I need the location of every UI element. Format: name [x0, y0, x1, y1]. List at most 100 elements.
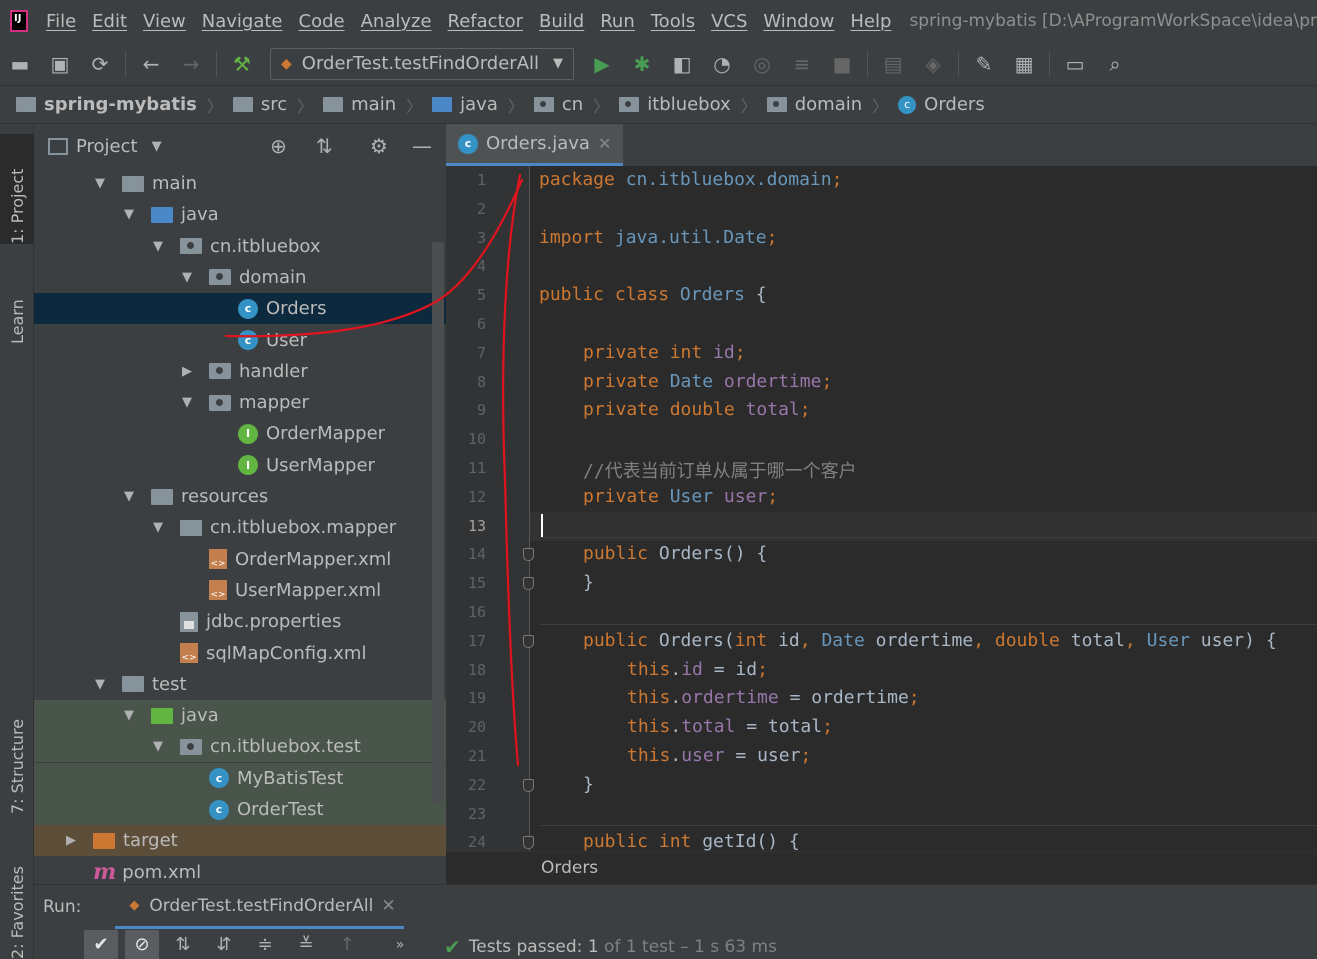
- tree-scrollbar[interactable]: [432, 242, 444, 802]
- tree-item[interactable]: ▼ main: [34, 168, 446, 199]
- tree-item[interactable]: ▼ test: [34, 669, 446, 700]
- wrench-icon[interactable]: ✎: [971, 51, 997, 77]
- code-editor[interactable]: package cn.itbluebox.domain; import java.…: [530, 166, 1317, 852]
- tab-learn[interactable]: Learn: [0, 264, 34, 344]
- profile-icon[interactable]: ◔: [709, 51, 735, 77]
- fold-marker-icon[interactable]: [523, 548, 534, 562]
- breadcrumb-item-domain[interactable]: domain: [766, 94, 862, 115]
- editor-breadcrumb-item[interactable]: Orders: [541, 858, 598, 878]
- breadcrumb-item-module[interactable]: spring-mybatis: [16, 94, 197, 115]
- tree-item[interactable]: I OrderMapper: [34, 418, 446, 449]
- tree-item[interactable]: c Orders: [34, 293, 446, 325]
- terminal-icon[interactable]: ▭: [1062, 51, 1088, 77]
- tree-item[interactable]: ▶ target: [34, 825, 446, 857]
- chevron-down-icon[interactable]: ▼: [92, 677, 108, 692]
- breadcrumb-item-itbluebox[interactable]: itbluebox: [619, 94, 731, 115]
- back-arrow-icon[interactable]: ←: [138, 51, 164, 77]
- tree-item[interactable]: ▼ cn.itbluebox.test: [34, 731, 446, 763]
- menu-tools[interactable]: Tools: [643, 11, 703, 32]
- tree-item[interactable]: m pom.xml: [34, 857, 446, 884]
- breadcrumb-item-java[interactable]: java: [432, 94, 498, 115]
- menu-code[interactable]: Code: [291, 11, 353, 32]
- build-hammer-icon[interactable]: ⚒: [229, 51, 255, 77]
- close-icon[interactable]: ✕: [598, 134, 611, 153]
- debug-bug-icon[interactable]: ✱: [629, 51, 655, 77]
- locate-file-icon[interactable]: ⊕: [270, 134, 287, 158]
- menu-help[interactable]: Help: [842, 11, 899, 32]
- tab-structure[interactable]: 7: Structure: [0, 684, 34, 814]
- tab-project[interactable]: 1: Project: [0, 134, 34, 244]
- previous-failed-icon[interactable]: ↑: [330, 930, 364, 959]
- project-structure-icon[interactable]: ▦: [1011, 51, 1037, 77]
- breadcrumb-item-main[interactable]: main: [323, 94, 396, 115]
- fold-marker-icon[interactable]: [523, 836, 534, 850]
- collapse-all-icon[interactable]: ⇅: [316, 134, 333, 158]
- stop-icon[interactable]: ■: [829, 51, 855, 77]
- project-view-selector[interactable]: Project: [76, 136, 138, 157]
- layers-icon[interactable]: ◈: [920, 51, 946, 77]
- step-icon[interactable]: ≡: [789, 51, 815, 77]
- forward-arrow-icon[interactable]: →: [178, 51, 204, 77]
- show-ignored-icon[interactable]: ⊘: [125, 929, 159, 959]
- save-icon[interactable]: ▣: [47, 51, 73, 77]
- breadcrumb-item-cn[interactable]: cn: [533, 94, 583, 115]
- breadcrumb-item-orders[interactable]: c Orders: [898, 94, 985, 115]
- tree-item[interactable]: ▼ mapper: [34, 387, 446, 418]
- chevron-down-icon[interactable]: ▼: [152, 139, 162, 154]
- tree-item[interactable]: <> sqlMapConfig.xml: [34, 638, 446, 669]
- show-passed-icon[interactable]: ✔: [84, 929, 118, 959]
- tab-favorites[interactable]: 2: Favorites: [0, 839, 34, 959]
- chevron-down-icon[interactable]: ▼: [150, 739, 166, 754]
- open-folder-icon[interactable]: ▬: [7, 51, 33, 77]
- gear-icon[interactable]: ⚙: [370, 134, 388, 158]
- chevron-down-icon[interactable]: ▼: [92, 176, 108, 191]
- tree-item[interactable]: c OrderTest: [34, 794, 446, 825]
- tree-item[interactable]: ▼ cn.itbluebox.mapper: [34, 512, 446, 543]
- menu-view[interactable]: View: [135, 11, 194, 32]
- chevron-down-icon[interactable]: ▼: [121, 207, 137, 222]
- menu-navigate[interactable]: Navigate: [194, 11, 291, 32]
- menu-edit[interactable]: Edit: [84, 11, 135, 32]
- tree-item[interactable]: ▼ java: [34, 199, 446, 230]
- fold-marker-icon[interactable]: [523, 778, 534, 792]
- menu-run[interactable]: Run: [592, 11, 643, 32]
- collapse-all-icon[interactable]: ≚: [289, 930, 323, 959]
- tree-item[interactable]: c MyBatisTest: [34, 762, 446, 794]
- coverage-icon[interactable]: ◧: [669, 51, 695, 77]
- tree-item[interactable]: ▼ java: [34, 700, 446, 732]
- menu-window[interactable]: Window: [755, 11, 842, 32]
- more-icon[interactable]: »: [383, 930, 417, 959]
- menu-file[interactable]: File: [38, 11, 84, 32]
- search-icon[interactable]: ⌕: [1102, 51, 1128, 77]
- breadcrumb-item-src[interactable]: src: [232, 94, 287, 115]
- chevron-down-icon[interactable]: ▼: [179, 270, 195, 285]
- menu-build[interactable]: Build: [531, 11, 592, 32]
- expand-all-icon[interactable]: ≑: [248, 930, 282, 959]
- chevron-right-icon[interactable]: ▶: [179, 364, 195, 379]
- menu-analyze[interactable]: Analyze: [353, 11, 440, 32]
- tree-item[interactable]: I UserMapper: [34, 450, 446, 481]
- sort-duration-icon[interactable]: ⇵: [207, 930, 241, 959]
- run-tab[interactable]: ◆ OrderTest.testFindOrderAll ✕: [115, 885, 404, 929]
- chevron-down-icon[interactable]: ▼: [121, 489, 137, 504]
- run-icon[interactable]: ▶: [589, 51, 615, 77]
- tree-item[interactable]: <> OrderMapper.xml: [34, 544, 446, 575]
- chevron-down-icon[interactable]: ▼: [121, 708, 137, 723]
- attach-icon[interactable]: ◎: [749, 51, 775, 77]
- tree-item[interactable]: ▼ domain: [34, 262, 446, 293]
- sort-alpha-icon[interactable]: ⇅: [166, 930, 200, 959]
- menu-vcs[interactable]: VCS: [703, 11, 755, 32]
- tree-item[interactable]: <> UserMapper.xml: [34, 575, 446, 606]
- run-configuration-selector[interactable]: ◆ OrderTest.testFindOrderAll ▼: [270, 47, 575, 80]
- tree-item[interactable]: ▼ resources: [34, 481, 446, 512]
- close-icon[interactable]: ✕: [381, 896, 395, 916]
- chevron-down-icon[interactable]: ▼: [179, 395, 195, 410]
- tree-item[interactable]: ▶ handler: [34, 356, 446, 387]
- fold-marker-icon[interactable]: [523, 634, 534, 648]
- hide-panel-icon[interactable]: —: [412, 134, 432, 158]
- fold-marker-icon[interactable]: [523, 577, 534, 591]
- chevron-right-icon[interactable]: ▶: [63, 833, 79, 848]
- device-icon[interactable]: ▤: [880, 51, 906, 77]
- chevron-down-icon[interactable]: ▼: [150, 239, 166, 254]
- tab-orders-java[interactable]: c Orders.java ✕: [446, 124, 624, 166]
